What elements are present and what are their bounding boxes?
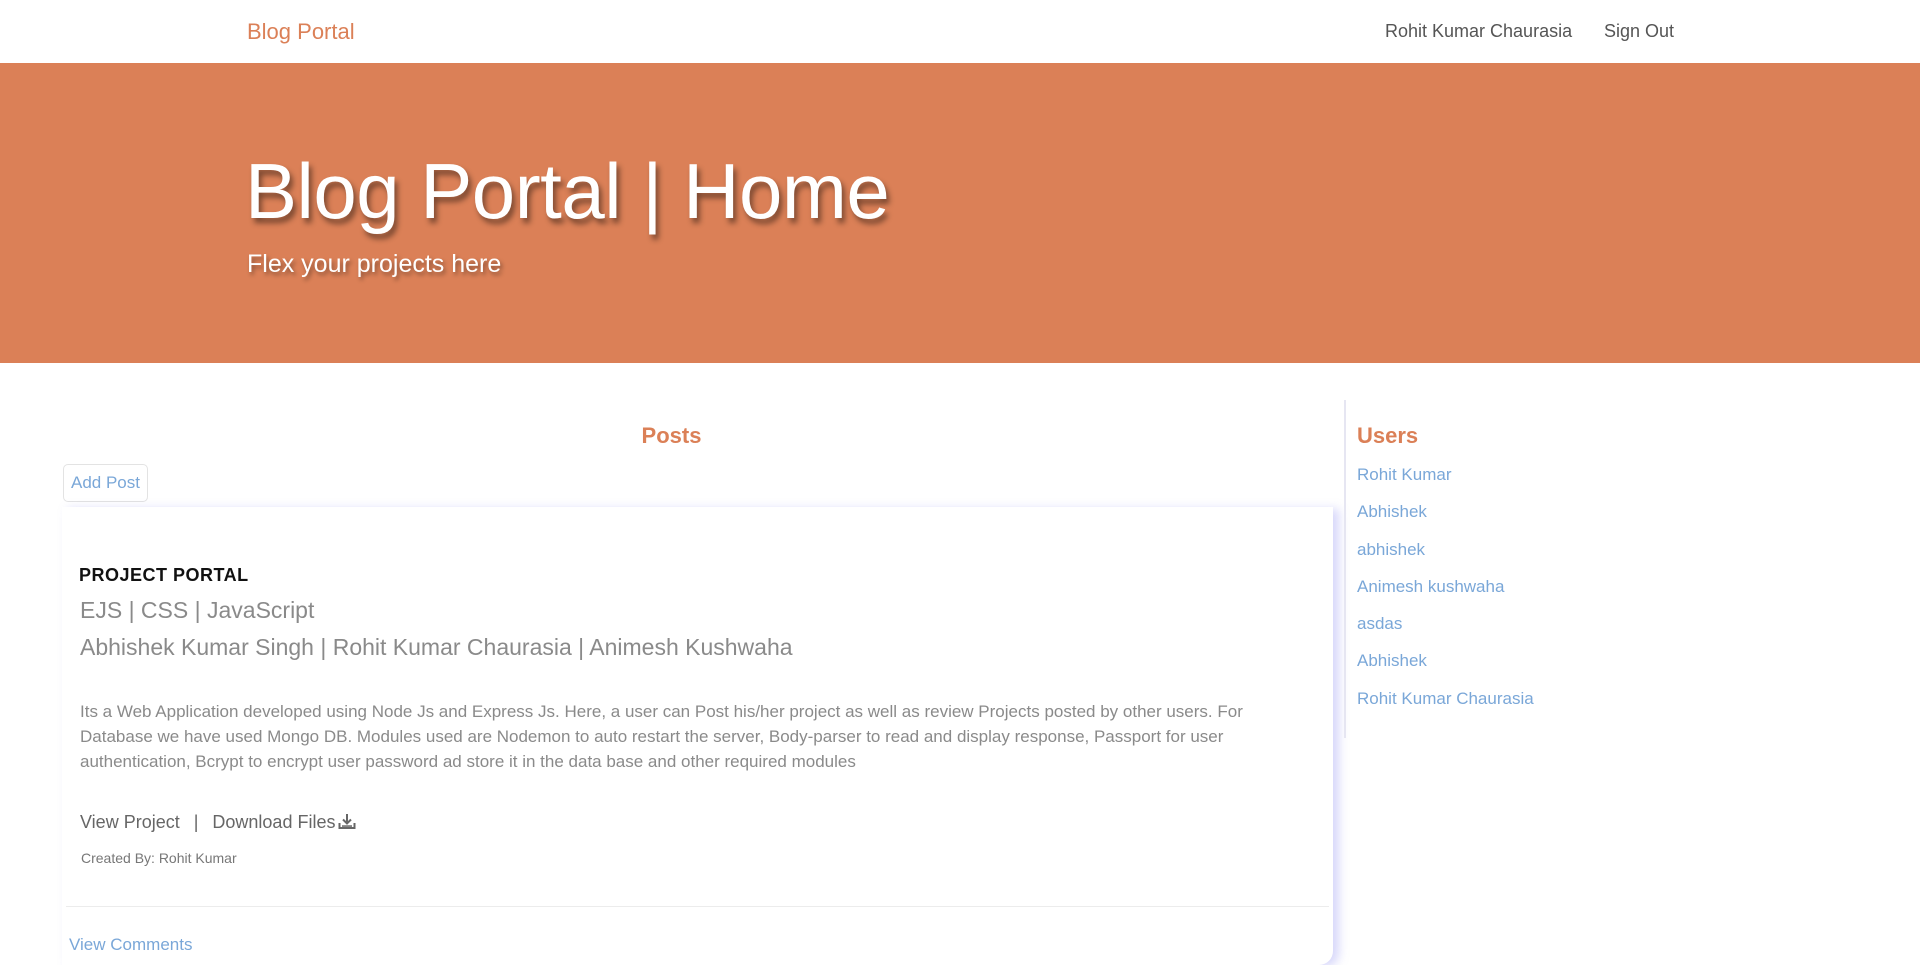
- users-heading: Users: [1357, 423, 1419, 448]
- action-separator: |: [193, 812, 199, 832]
- page-title: Blog Portal | Home: [245, 147, 890, 235]
- post-authors: Abhishek Kumar Singh | Rohit Kumar Chaur…: [80, 634, 793, 660]
- hero-banner: Blog Portal | Home Flex your projects he…: [0, 63, 1920, 363]
- view-comments-link[interactable]: View Comments: [69, 935, 192, 955]
- download-files-label: Download Files: [212, 812, 336, 832]
- user-link[interactable]: Abhishek: [1357, 502, 1534, 539]
- user-link[interactable]: asdas: [1357, 614, 1534, 651]
- post-title: PROJECT PORTAL: [79, 565, 249, 585]
- user-link[interactable]: Abhishek: [1357, 651, 1534, 688]
- user-link[interactable]: Animesh kushwaha: [1357, 577, 1534, 614]
- download-icon: [338, 814, 356, 829]
- card-divider: [66, 906, 1329, 907]
- sign-out-link[interactable]: Sign Out: [1604, 21, 1674, 42]
- column-divider: [1344, 400, 1346, 738]
- post-tech-stack: EJS | CSS | JavaScript: [80, 597, 315, 623]
- user-link[interactable]: abhishek: [1357, 540, 1534, 577]
- brand-link[interactable]: Blog Portal: [247, 19, 355, 45]
- user-link[interactable]: Rohit Kumar Chaurasia: [1357, 689, 1534, 726]
- top-navbar: Blog Portal Rohit Kumar Chaurasia Sign O…: [0, 0, 1920, 63]
- download-files-link[interactable]: Download Files: [212, 812, 356, 832]
- page-subtitle: Flex your projects here: [247, 250, 502, 278]
- post-description: Its a Web Application developed using No…: [80, 702, 1243, 771]
- post-card: PROJECT PORTAL EJS | CSS | JavaScript Ab…: [62, 507, 1333, 965]
- posts-heading: Posts: [641, 423, 702, 448]
- add-post-button[interactable]: Add Post: [63, 464, 148, 502]
- nav-user-name-link[interactable]: Rohit Kumar Chaurasia: [1385, 21, 1572, 42]
- post-created-by: Created By: Rohit Kumar: [81, 850, 237, 866]
- users-list: Rohit Kumar Abhishek abhishek Animesh ku…: [1357, 465, 1534, 726]
- view-project-link[interactable]: View Project: [80, 812, 180, 832]
- post-actions: View Project | Download Files: [80, 812, 356, 833]
- user-link[interactable]: Rohit Kumar: [1357, 465, 1534, 502]
